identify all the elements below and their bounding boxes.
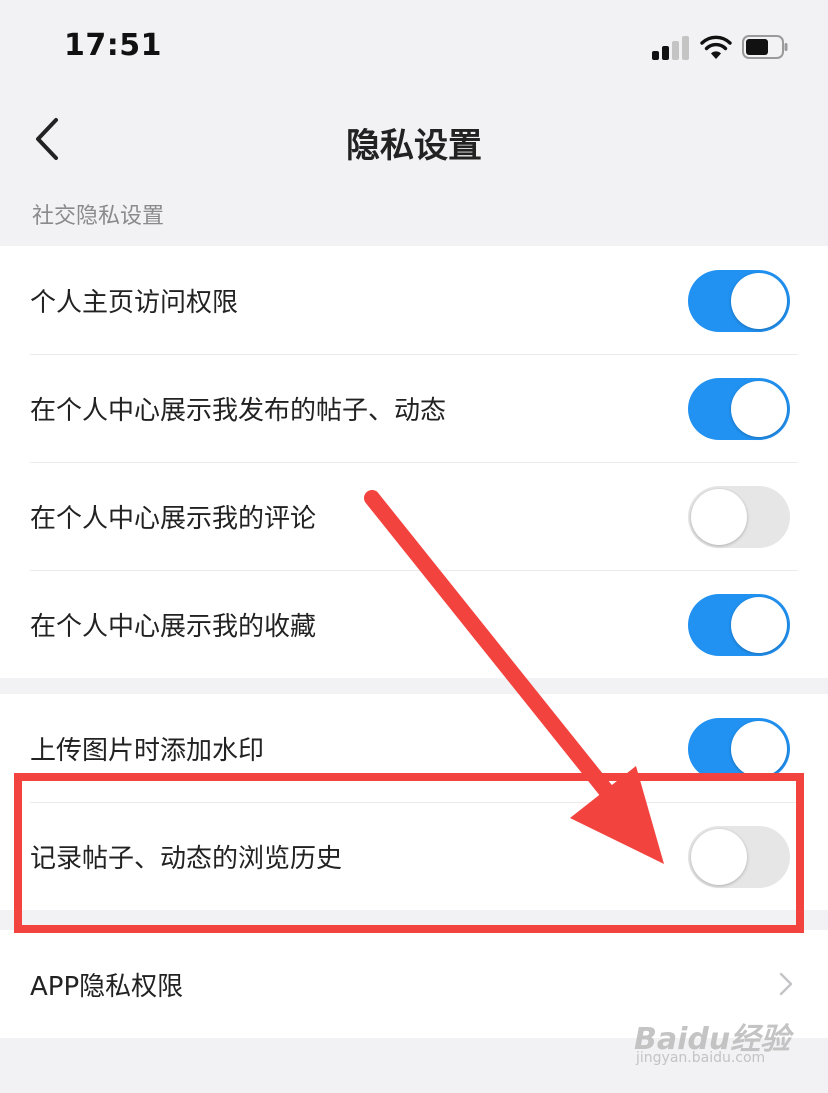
- toggle-knob: [731, 381, 787, 437]
- nav-bar: 隐私设置: [0, 96, 828, 188]
- watermark-toggle[interactable]: [688, 718, 790, 780]
- status-bar: 17:51: [0, 0, 828, 96]
- setting-row-show-comments[interactable]: 在个人中心展示我的评论: [0, 462, 828, 570]
- setting-row-show-favorites[interactable]: 在个人中心展示我的收藏: [0, 570, 828, 678]
- setting-row-watermark[interactable]: 上传图片时添加水印: [0, 694, 828, 802]
- cellular-signal-icon: [652, 36, 690, 60]
- show-favorites-toggle[interactable]: [688, 594, 790, 656]
- baidu-watermark: Baidu经验 jingyan.baidu.com: [634, 1004, 794, 1080]
- setting-label: 在个人中心展示我发布的帖子、动态: [30, 395, 447, 426]
- chevron-right-icon: [779, 972, 793, 996]
- watermark-url: jingyan.baidu.com: [636, 1050, 766, 1066]
- browse-history-toggle[interactable]: [688, 826, 790, 888]
- setting-label: 在个人中心展示我的评论: [30, 503, 317, 534]
- setting-row-show-posts[interactable]: 在个人中心展示我发布的帖子、动态: [0, 354, 828, 462]
- toggle-knob: [731, 597, 787, 653]
- setting-row-profile-access[interactable]: 个人主页访问权限: [0, 246, 828, 354]
- settings-group-social: 个人主页访问权限 在个人中心展示我发布的帖子、动态 在个人中心展示我的评论 在个…: [0, 246, 828, 678]
- setting-label: APP隐私权限: [30, 971, 184, 1002]
- setting-row-browse-history[interactable]: 记录帖子、动态的浏览历史: [0, 802, 828, 910]
- setting-label: 记录帖子、动态的浏览历史: [30, 843, 343, 874]
- profile-access-toggle[interactable]: [688, 270, 790, 332]
- toggle-knob: [731, 721, 787, 777]
- settings-group-content: 上传图片时添加水印 记录帖子、动态的浏览历史: [0, 694, 828, 910]
- status-time: 17:51: [64, 28, 162, 63]
- show-comments-toggle[interactable]: [688, 486, 790, 548]
- setting-label: 在个人中心展示我的收藏: [30, 611, 317, 642]
- toggle-knob: [731, 273, 787, 329]
- toggle-knob: [691, 489, 747, 545]
- setting-label: 个人主页访问权限: [30, 287, 239, 318]
- show-posts-toggle[interactable]: [688, 378, 790, 440]
- section-label: 社交隐私设置: [32, 204, 165, 229]
- page-title: 隐私设置: [346, 126, 482, 166]
- toggle-knob: [691, 829, 747, 885]
- setting-label: 上传图片时添加水印: [30, 735, 265, 766]
- battery-icon: [742, 35, 788, 59]
- wifi-icon: [700, 35, 732, 59]
